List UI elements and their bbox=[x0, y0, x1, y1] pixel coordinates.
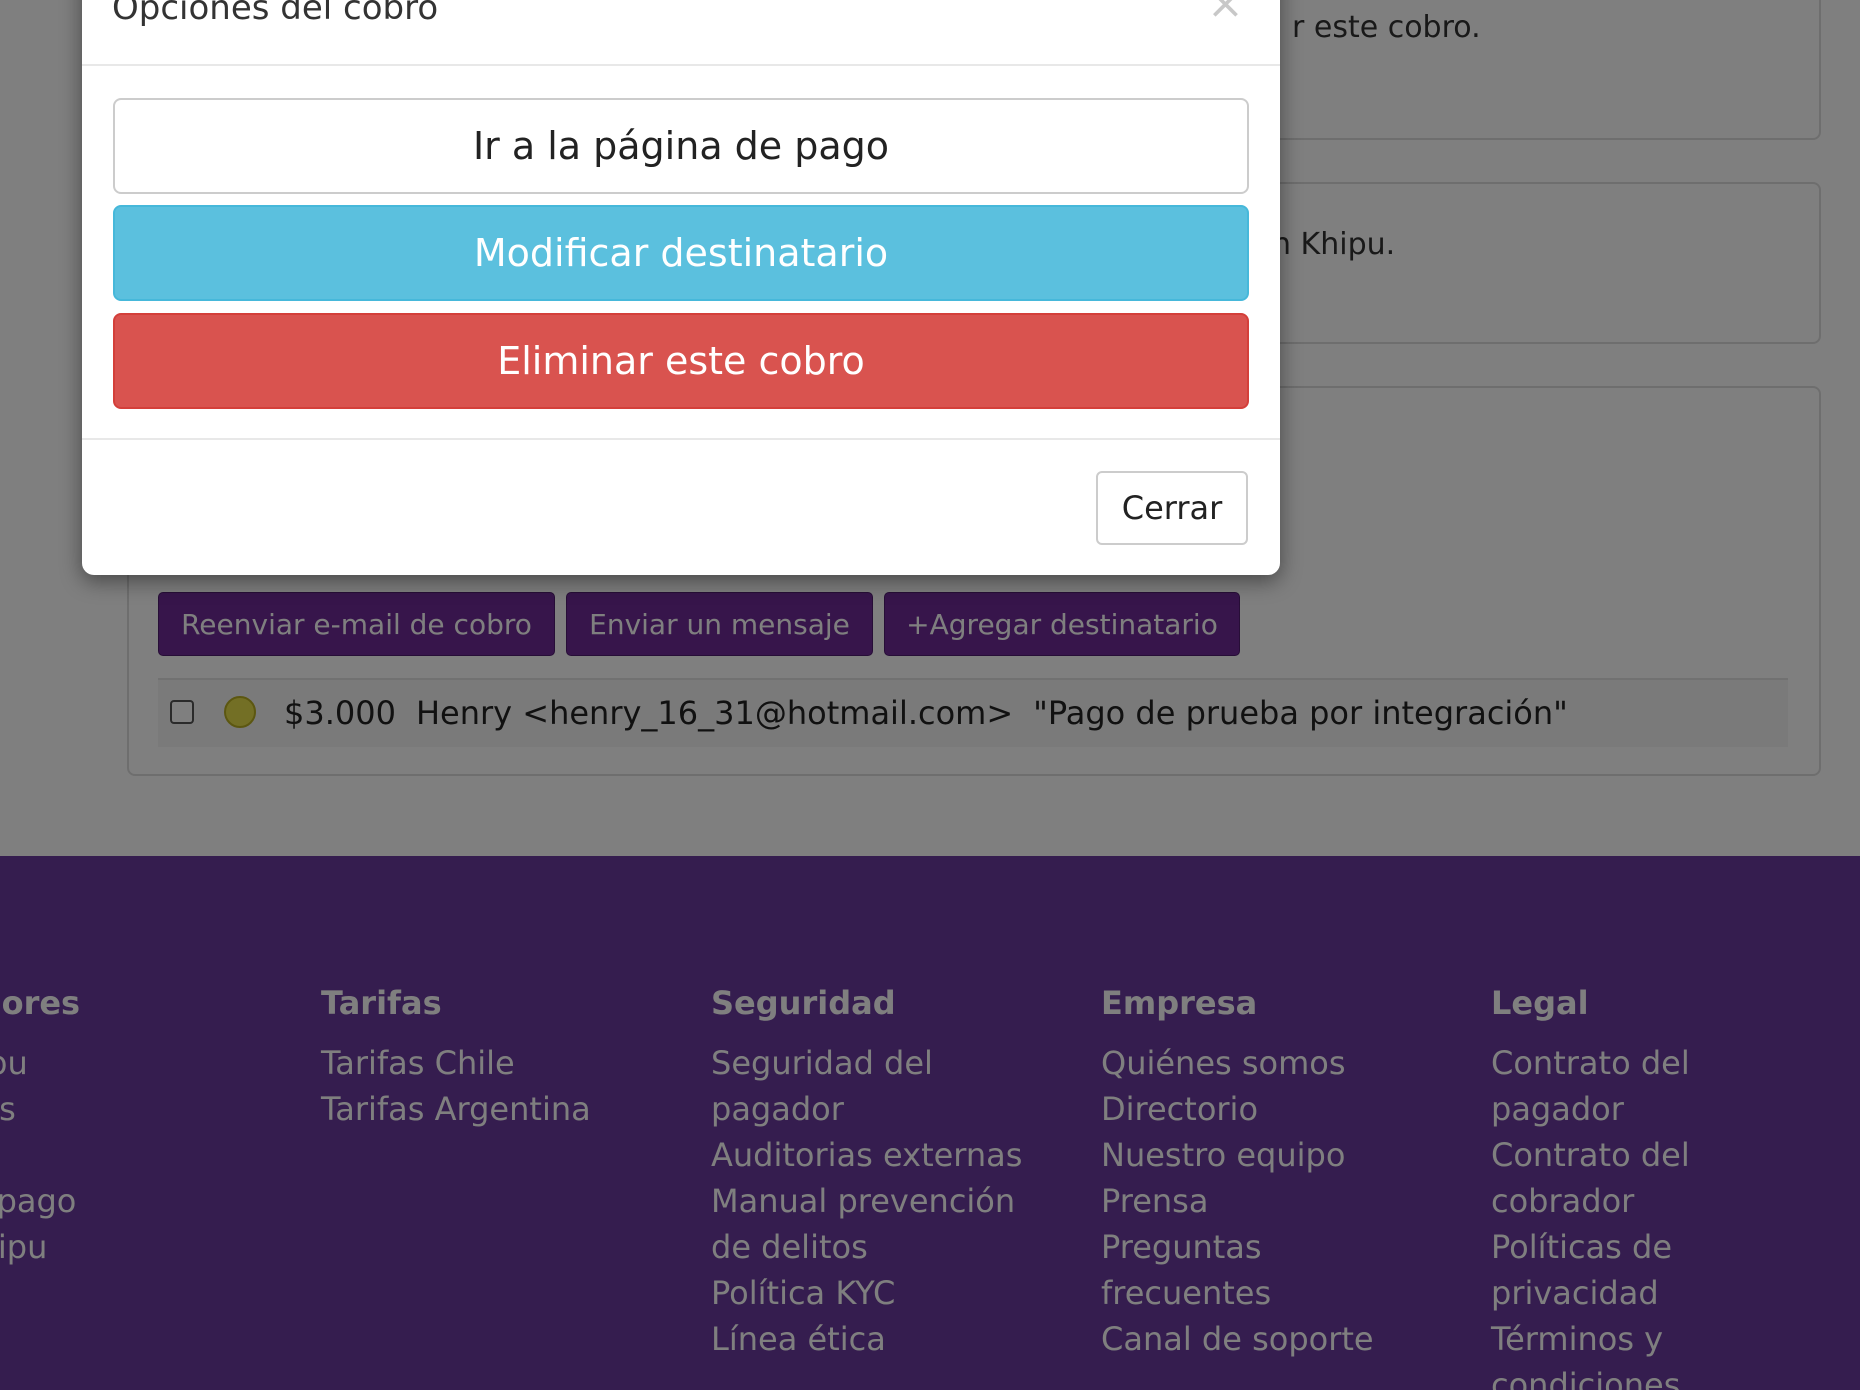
modal-divider bbox=[82, 64, 1280, 66]
modal-title: Opciones del cobro bbox=[112, 0, 439, 28]
charge-options-modal: Opciones del cobro × Ir a la página de p… bbox=[82, 0, 1280, 575]
delete-charge-button[interactable]: Eliminar este cobro bbox=[113, 313, 1249, 409]
close-icon[interactable]: × bbox=[1207, 0, 1244, 26]
goto-payment-page-button[interactable]: Ir a la página de pago bbox=[113, 98, 1249, 194]
close-button[interactable]: Cerrar bbox=[1096, 471, 1248, 545]
modal-divider bbox=[82, 438, 1280, 440]
modify-recipient-button[interactable]: Modificar destinatario bbox=[113, 205, 1249, 301]
